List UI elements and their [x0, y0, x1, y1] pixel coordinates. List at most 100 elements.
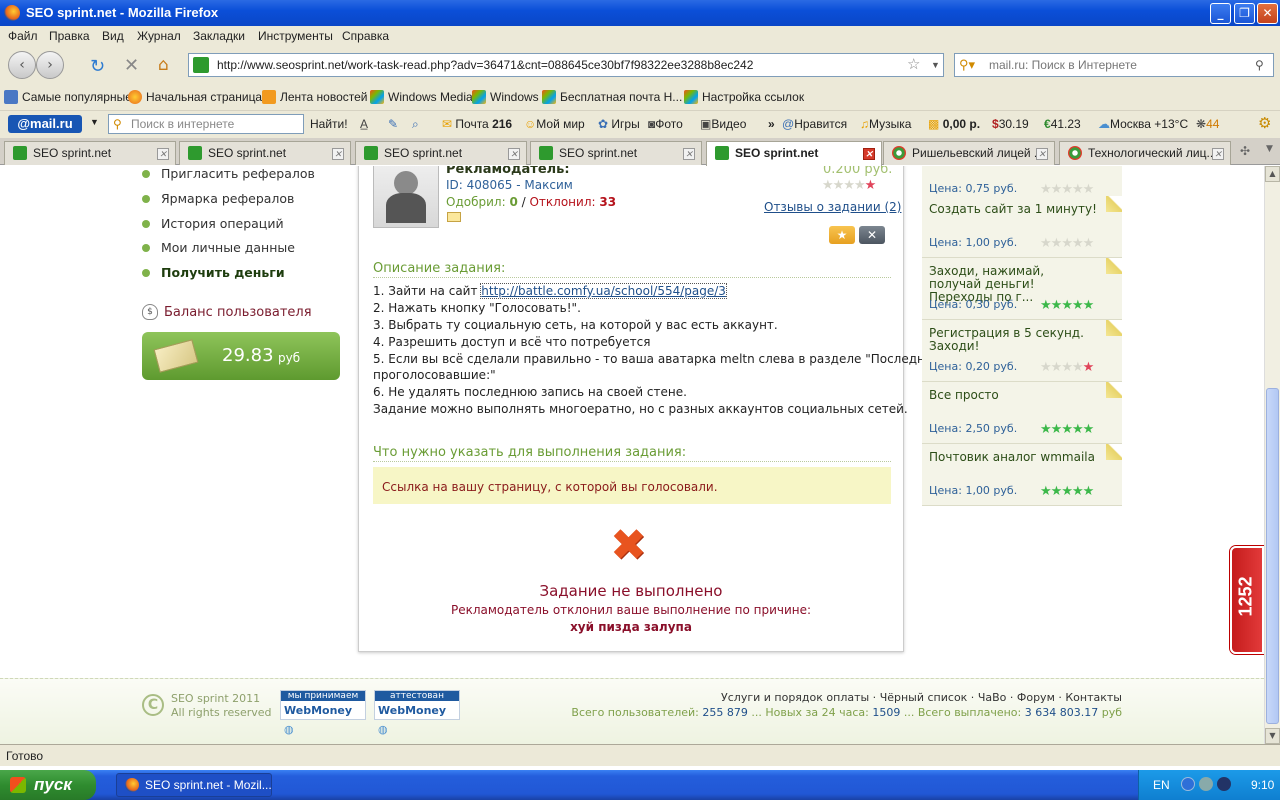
reload-icon[interactable]: ↻ [90, 56, 105, 77]
webmoney-certified-badge[interactable]: аттестован WebMoney ◍ [374, 690, 460, 736]
vertical-scrollbar[interactable]: ▲ ▼ [1264, 166, 1280, 744]
more-chevron-icon[interactable]: » [768, 117, 775, 131]
zoom-icon[interactable]: ⌕ [412, 117, 419, 132]
tab-close-icon[interactable]: ✕ [1212, 148, 1224, 160]
advertiser-id[interactable]: ID: 408065 - Максим [446, 178, 573, 192]
notifications-link[interactable]: ❋44 [1196, 117, 1219, 131]
usd-rate[interactable]: $30.19 [992, 117, 1029, 131]
start-button[interactable]: пуск [0, 770, 96, 800]
ad-title[interactable]: Почтовик аналог wmmaila [929, 451, 1097, 464]
hide-task-button[interactable]: ✕ [859, 226, 885, 244]
forward-button[interactable]: › [36, 51, 64, 79]
photo-link[interactable]: ◙Фото [648, 117, 683, 131]
mail-link[interactable]: ✉ Почта 216 [442, 117, 512, 131]
tab-4[interactable]: SEO sprint.net ✕ [530, 141, 702, 165]
tab-list-plus-icon[interactable]: ✣ [1240, 144, 1250, 158]
like-link[interactable]: @Нравится [782, 117, 847, 131]
weather-link[interactable]: ☁Москва +13°C [1098, 117, 1188, 131]
footer-link-forum[interactable]: Форум [1017, 691, 1055, 704]
stop-icon[interactable]: ✕ [124, 55, 139, 76]
home-icon[interactable]: ⌂ [158, 55, 169, 75]
globe-icon: ◍ [378, 723, 388, 736]
bookmark-popular[interactable]: Самые популярные [4, 90, 132, 104]
bookmark-links-settings[interactable]: Настройка ссылок [684, 90, 804, 104]
ad-item[interactable]: Создать сайт за 1 минуту! Цена: 1,00 руб.… [922, 196, 1122, 258]
music-link[interactable]: ♫Музыка [860, 117, 911, 131]
mailru-find-button[interactable]: Найти! [310, 117, 348, 131]
mailru-logo[interactable]: @mail.ru [8, 115, 82, 133]
webmoney-accept-badge[interactable]: мы принимаем WebMoney ◍ [280, 690, 366, 736]
ad-title[interactable]: Создать сайт за 1 минуту! [929, 203, 1097, 216]
menu-bookmarks[interactable]: Закладки [193, 29, 245, 43]
mailru-search-input[interactable]: ⚲ Поиск в интернете [108, 114, 304, 134]
menu-edit[interactable]: Правка [49, 29, 90, 43]
back-button[interactable]: ‹ [8, 51, 36, 79]
tab-close-icon[interactable]: ✕ [157, 148, 169, 160]
games-link[interactable]: ✿ Игры [598, 117, 640, 131]
favorite-star-button[interactable]: ★ [829, 226, 855, 244]
task-reviews-link[interactable]: Отзывы о задании (2) [764, 200, 901, 214]
envelope-icon[interactable] [447, 212, 461, 222]
scroll-down-icon[interactable]: ▼ [1265, 728, 1280, 744]
tab-close-icon[interactable]: ✕ [683, 148, 695, 160]
minimize-button[interactable]: _ [1210, 3, 1231, 24]
pencil-icon[interactable]: ✎ [388, 117, 398, 131]
scroll-thumb[interactable] [1266, 388, 1279, 724]
moimir-link[interactable]: ☺Мой мир [524, 117, 585, 131]
mailru-dropdown-icon[interactable]: ▼ [90, 117, 99, 127]
tab-1[interactable]: SEO sprint.net ✕ [4, 141, 176, 165]
menu-file[interactable]: Файл [8, 29, 38, 43]
tab-7[interactable]: Технологический лиц... ✕ [1059, 141, 1231, 165]
ad-item[interactable]: Почтовик аналог wmmaila Цена: 1,00 руб. ★★… [922, 444, 1122, 506]
taskbar-firefox-item[interactable]: SEO sprint.net - Mozil... [116, 773, 272, 797]
tab-2[interactable]: SEO sprint.net ✕ [179, 141, 351, 165]
bookmark-news[interactable]: Лента новостей [262, 90, 368, 104]
menu-tools[interactable]: Инструменты [258, 29, 333, 43]
menu-view[interactable]: Вид [102, 29, 124, 43]
tab-5-active[interactable]: SEO sprint.net ✕ [706, 141, 882, 166]
tab-close-icon[interactable]: ✕ [508, 148, 520, 160]
star-icon[interactable]: ☆ [907, 54, 920, 76]
search-engine-icon[interactable]: ⚲▾ [959, 54, 975, 76]
footer-link-contacts[interactable]: Контакты [1065, 691, 1122, 704]
eur-rate[interactable]: €41.23 [1044, 117, 1081, 131]
tray-volume-icon[interactable] [1217, 777, 1231, 791]
menu-history[interactable]: Журнал [137, 29, 181, 43]
text-tool-icon[interactable]: A̲ [360, 117, 368, 131]
side-badge[interactable]: 1252 [1230, 546, 1264, 654]
footer-link-blacklist[interactable]: Чёрный список [880, 691, 968, 704]
maximize-button[interactable]: ❐ [1234, 3, 1255, 24]
video-link[interactable]: ▣Видео [700, 117, 746, 131]
tab-6[interactable]: Ришельевский лицей ... ✕ [883, 141, 1055, 165]
gear-icon[interactable]: ⚙ [1258, 114, 1271, 132]
tab-close-icon[interactable]: ✕ [863, 148, 875, 160]
tray-arrow-icon[interactable] [1181, 777, 1195, 791]
language-indicator[interactable]: EN [1153, 778, 1170, 792]
url-bar[interactable]: http://www.seosprint.net/work-task-read.… [188, 53, 944, 77]
url-text[interactable]: http://www.seosprint.net/work-task-read.… [217, 54, 753, 76]
ad-item[interactable]: Регистрация в 5 секунд. Заходи! Цена: 0,2… [922, 320, 1122, 382]
bookmark-start[interactable]: Начальная страница [128, 90, 262, 104]
tab-3[interactable]: SEO sprint.net ✕ [355, 141, 527, 165]
tab-list-dropdown-icon[interactable]: ▼ [1266, 144, 1273, 154]
close-button[interactable]: ✕ [1257, 3, 1278, 24]
ad-item[interactable]: Заходи, нажимай, получай деньги! Переход… [922, 258, 1122, 320]
footer-link-services[interactable]: Услуги и порядок оплаты [721, 691, 869, 704]
search-input[interactable]: ⚲▾ mail.ru: Поиск в Интернете ⚲ [954, 53, 1274, 77]
ad-title[interactable]: Все просто [929, 389, 1097, 402]
tray-network-icon[interactable] [1199, 777, 1213, 791]
bookmark-windows[interactable]: Windows [472, 90, 539, 104]
search-go-icon[interactable]: ⚲ [1255, 54, 1264, 76]
bookmark-windows-media[interactable]: Windows Media [370, 90, 473, 104]
dropdown-icon[interactable]: ▼ [931, 54, 940, 76]
task-target-link[interactable]: http://battle.comfy.ua/school/554/page/3 [480, 283, 727, 299]
menu-help[interactable]: Справка [342, 29, 389, 43]
scroll-up-icon[interactable]: ▲ [1265, 166, 1280, 182]
tab-close-icon[interactable]: ✕ [332, 148, 344, 160]
ad-item[interactable]: Все просто Цена: 2,50 руб. ★★★★★ [922, 382, 1122, 444]
money-link[interactable]: ▩ 0,00 р. [928, 117, 980, 131]
tab-close-icon[interactable]: ✕ [1036, 148, 1048, 160]
bookmark-free-mail[interactable]: Бесплатная почта Н... [542, 90, 682, 104]
ad-title[interactable]: Регистрация в 5 секунд. Заходи! [929, 327, 1097, 353]
footer-link-faq[interactable]: ЧаВо [978, 691, 1007, 704]
